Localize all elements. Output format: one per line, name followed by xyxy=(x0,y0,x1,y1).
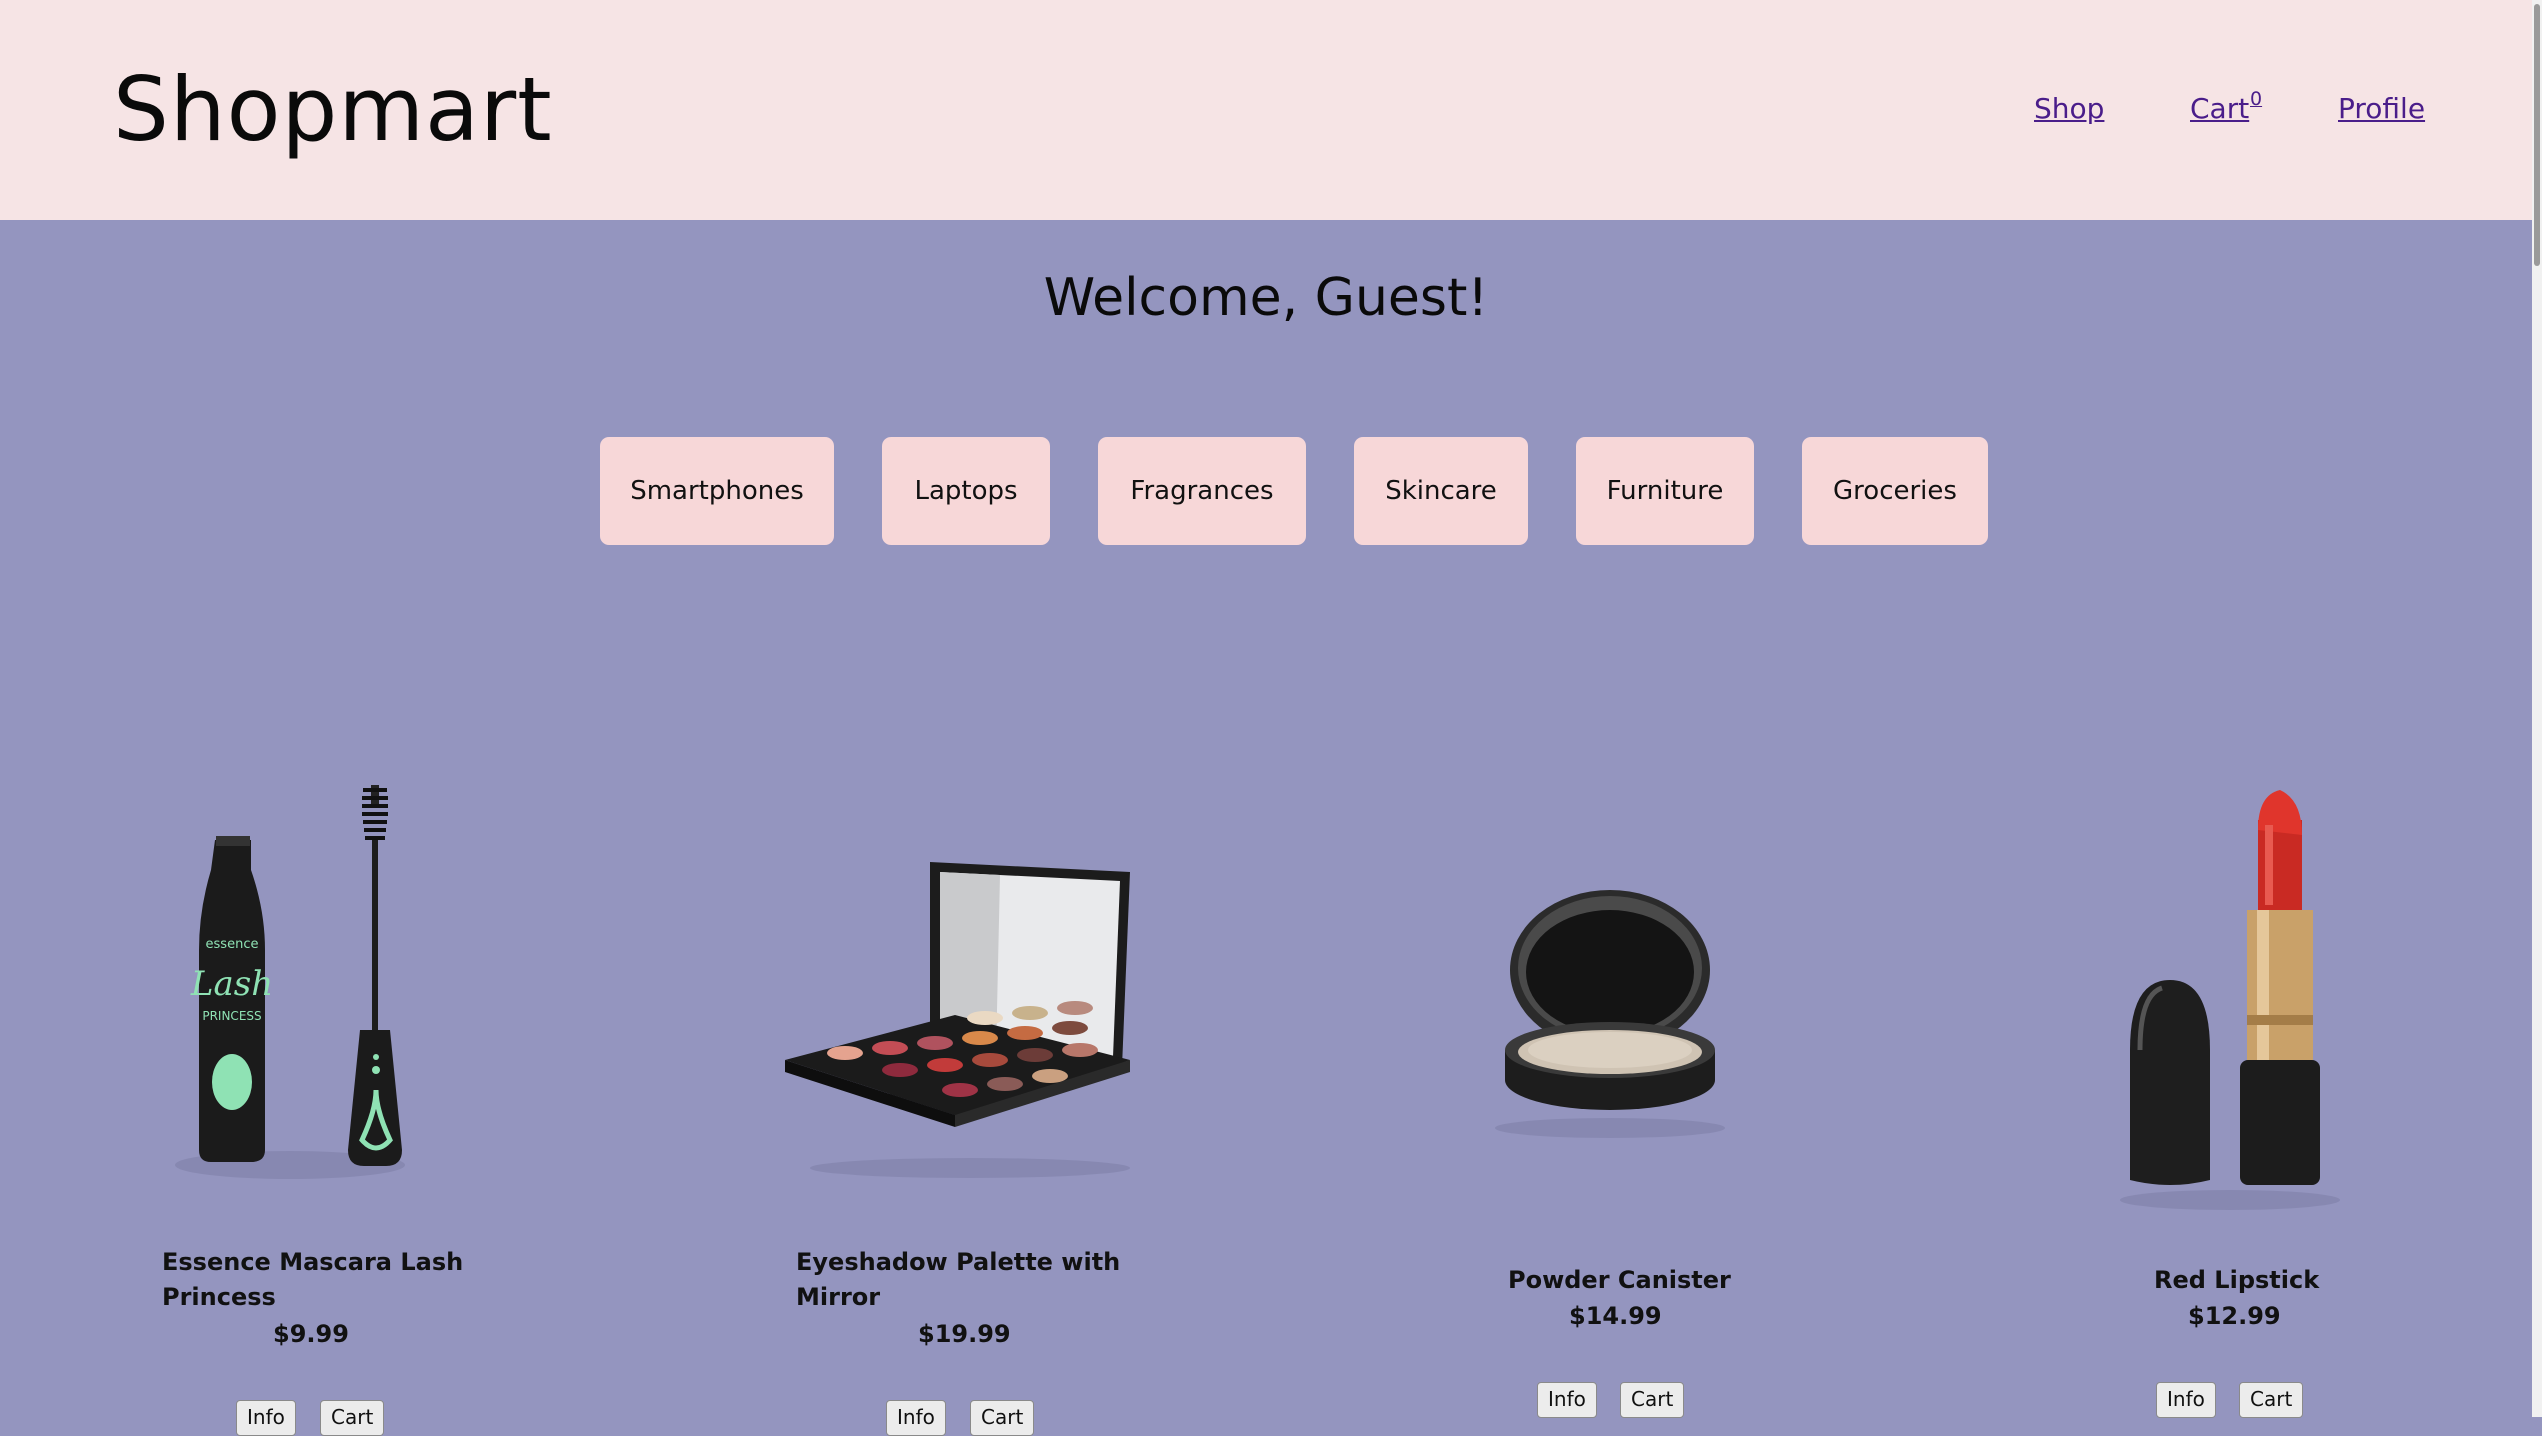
add-to-cart-button[interactable]: Cart xyxy=(320,1400,385,1436)
product-name[interactable]: Essence Mascara Lash xyxy=(162,1245,463,1280)
site-logo[interactable]: Shopmart xyxy=(113,58,553,161)
svg-text:essence: essence xyxy=(206,937,259,952)
nav-shop-link[interactable]: Shop xyxy=(2034,92,2104,125)
product-price: $12.99 xyxy=(2188,1302,2281,1330)
svg-text:Lash: Lash xyxy=(190,964,273,1004)
powder-canister-image[interactable] xyxy=(1480,880,1740,1140)
info-button[interactable]: Info xyxy=(236,1400,296,1436)
info-button[interactable]: Info xyxy=(1537,1382,1597,1418)
product-price: $14.99 xyxy=(1569,1302,1662,1330)
eyeshadow-palette-image[interactable] xyxy=(780,850,1160,1180)
product-name[interactable]: Eyeshadow Palette with xyxy=(796,1245,1120,1280)
category-furniture[interactable]: Furniture xyxy=(1576,437,1754,545)
scrollbar-thumb[interactable] xyxy=(2534,4,2540,266)
category-skincare[interactable]: Skincare xyxy=(1354,437,1528,545)
svg-text:PRINCESS: PRINCESS xyxy=(202,1009,261,1023)
page: Shopmart Shop Cart 0 Profile Welcome, Gu… xyxy=(0,0,2532,1436)
product-price: $9.99 xyxy=(273,1320,349,1348)
lipstick-image[interactable] xyxy=(2110,790,2350,1210)
mascara-image[interactable]: essence Lash PRINCESS xyxy=(150,770,430,1190)
info-button[interactable]: Info xyxy=(2156,1382,2216,1418)
product-name[interactable]: Powder Canister xyxy=(1508,1263,1731,1298)
category-fragrances[interactable]: Fragrances xyxy=(1098,437,1306,545)
scrollbar[interactable] xyxy=(2532,0,2542,1417)
product-name-continued[interactable]: Princess xyxy=(162,1280,276,1315)
site-header: Shopmart Shop Cart 0 Profile xyxy=(0,0,2532,220)
nav-profile-link[interactable]: Profile xyxy=(2338,92,2425,125)
product-price: $19.99 xyxy=(918,1320,1011,1348)
category-smartphones[interactable]: Smartphones xyxy=(600,437,834,545)
welcome-heading: Welcome, Guest! xyxy=(1043,268,1489,328)
category-groceries[interactable]: Groceries xyxy=(1802,437,1988,545)
product-name-continued[interactable]: Mirror xyxy=(796,1280,880,1315)
add-to-cart-button[interactable]: Cart xyxy=(2239,1382,2304,1418)
info-button[interactable]: Info xyxy=(886,1400,946,1436)
product-name[interactable]: Red Lipstick xyxy=(2154,1263,2319,1298)
category-laptops[interactable]: Laptops xyxy=(882,437,1050,545)
cart-count-badge[interactable]: 0 xyxy=(2250,88,2262,110)
add-to-cart-button[interactable]: Cart xyxy=(1620,1382,1685,1418)
add-to-cart-button[interactable]: Cart xyxy=(970,1400,1035,1436)
nav-cart-link[interactable]: Cart xyxy=(2190,92,2249,125)
